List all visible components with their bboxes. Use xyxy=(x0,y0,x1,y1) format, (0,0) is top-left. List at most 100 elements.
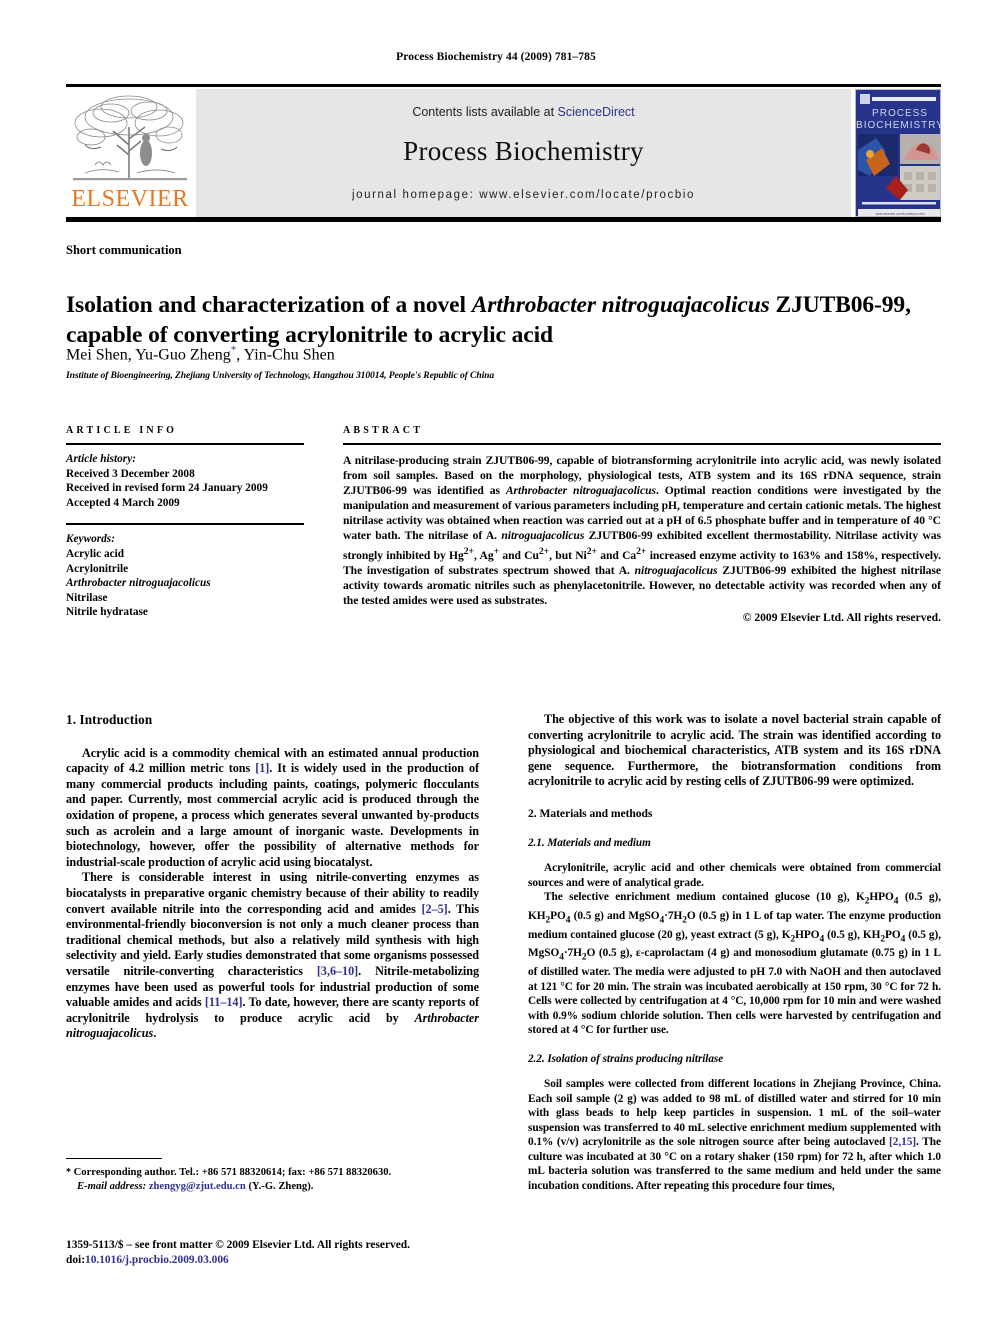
text-seg: PO xyxy=(550,909,566,922)
corresponding-author-note: * Corresponding author. Tel.: +86 571 88… xyxy=(66,1166,479,1180)
materials-paragraph-2: The selective enrichment medium containe… xyxy=(528,890,941,1038)
ion-charge: 2+ xyxy=(538,545,550,557)
text-seg: ·7H xyxy=(664,909,683,922)
text-seg: (0.5 g), KH xyxy=(824,928,881,941)
abstract-species: nitroguajacolicus xyxy=(634,563,718,577)
materials-paragraph-1: Acrylonitrile, acrylic acid and other ch… xyxy=(528,862,941,889)
contents-prefix: Contents lists available at xyxy=(412,105,555,119)
keywords-label: Keywords: xyxy=(66,533,115,546)
authors-main: Mei Shen, Yu-Guo Zheng xyxy=(66,346,231,364)
article-type: Short communication xyxy=(66,243,182,257)
footnote-block: * Corresponding author. Tel.: +86 571 88… xyxy=(66,1166,479,1193)
subsection-heading-2-1: 2.1. Materials and medium xyxy=(528,836,651,849)
citation-ref[interactable]: [3,6–10] xyxy=(317,964,358,978)
abstract-seg: and Cu xyxy=(499,548,539,562)
keyword-item: Arthrobacter nitroguajacolicus xyxy=(66,577,211,590)
elsevier-logo: ELSEVIER xyxy=(66,89,194,217)
intro-paragraph-1: Acrylic acid is a commodity chemical wit… xyxy=(66,746,479,871)
text-seg: There is considerable interest in using … xyxy=(66,870,479,916)
abstract-heading: ABSTRACT xyxy=(343,425,424,436)
running-head: Process Biochemistry 44 (2009) 781–785 xyxy=(396,51,596,63)
ion-charge: 2+ xyxy=(463,545,474,557)
citation-ref[interactable]: [11–14] xyxy=(205,995,243,1009)
section-heading-introduction: 1. Introduction xyxy=(66,712,153,727)
isolation-paragraph: Soil samples were collected from differe… xyxy=(528,1077,941,1193)
text-seg: HPO xyxy=(795,928,820,941)
citation-ref[interactable]: [2,15] xyxy=(889,1136,916,1148)
article-info-column: ARTICLE INFO Article history: Received 3… xyxy=(66,425,304,620)
footnote-divider xyxy=(66,1158,162,1159)
email-link[interactable]: zhengyg@zjut.edu.cn xyxy=(149,1181,246,1192)
article-history-label: Article history: xyxy=(66,453,136,465)
ion-charge: 2+ xyxy=(586,545,597,557)
affiliation: Institute of Bioengineering, Zhejiang Un… xyxy=(66,370,495,381)
author-list: Mei Shen, Yu-Guo Zheng*, Yin-Chu Shen xyxy=(66,344,335,364)
ion-charge: 2+ xyxy=(636,545,647,557)
keyword-item: Acrylonitrile xyxy=(66,562,129,575)
article-page: Process Biochemistry 44 (2009) 781–785 E… xyxy=(0,0,992,1323)
journal-masthead: ELSEVIER Contents lists available at Sci… xyxy=(66,84,941,222)
abstract-copyright: © 2009 Elsevier Ltd. All rights reserved… xyxy=(742,610,941,624)
journal-homepage-link[interactable]: journal homepage: www.elsevier.com/locat… xyxy=(196,189,851,201)
text-seg: The selective enrichment medium containe… xyxy=(544,891,865,904)
authors-tail: , Yin-Chu Shen xyxy=(236,346,335,364)
doi-link[interactable]: 10.1016/j.procbio.2009.03.006 xyxy=(85,1254,229,1266)
text-seg: (0.5 g) and MgSO xyxy=(570,909,660,922)
text-seg: . It is widely used in the production of… xyxy=(66,761,479,869)
page-title: Isolation and characterization of a nove… xyxy=(66,290,926,350)
abstract-species: Arthrobacter nitroguajacolicus xyxy=(505,484,656,498)
elsevier-wordmark: ELSEVIER xyxy=(71,186,189,212)
history-item: Received 3 December 2008 xyxy=(66,467,195,480)
text-seg: ·7H xyxy=(563,947,582,960)
imprint-block: 1359-5113/$ – see front matter © 2009 El… xyxy=(66,1238,526,1268)
text-seg: Soil samples were collected from differe… xyxy=(528,1078,941,1149)
svg-text:BIOCHEMISTRY: BIOCHEMISTRY xyxy=(856,120,941,131)
body-column-right: The objective of this work was to isolat… xyxy=(528,712,941,1193)
keywords-divider xyxy=(66,523,304,526)
abstract-seg: , Ag xyxy=(473,548,494,562)
email-owner: (Y.-G. Zheng). xyxy=(248,1180,314,1192)
text-seg: HPO xyxy=(869,891,894,904)
masthead-top-rule xyxy=(66,84,941,87)
abstract-column: ABSTRACT A nitrilase-producing strain ZJ… xyxy=(343,425,941,624)
abstract-divider xyxy=(343,443,941,445)
masthead-band: Contents lists available at ScienceDirec… xyxy=(196,89,851,217)
svg-text:www.elsevier.com/locate/procbi: www.elsevier.com/locate/procbio xyxy=(876,212,925,216)
email-label: E-mail address: xyxy=(77,1180,147,1192)
title-text-1: Isolation and characterization of a nove… xyxy=(66,291,472,318)
masthead-bottom-rule xyxy=(66,217,941,222)
history-item: Received in revised form 24 January 2009 xyxy=(66,482,268,495)
subsection-heading-2-2: 2.2. Isolation of strains producing nitr… xyxy=(528,1052,724,1065)
sciencedirect-link[interactable]: ScienceDirect xyxy=(558,105,635,119)
citation-ref[interactable]: [1] xyxy=(255,761,269,775)
issn-line: 1359-5113/$ – see front matter © 2009 El… xyxy=(66,1239,410,1251)
section-heading-materials: 2. Materials and methods xyxy=(528,806,653,820)
corresponding-author-text: Corresponding author. Tel.: +86 571 8832… xyxy=(73,1167,392,1178)
svg-text:PROCESS: PROCESS xyxy=(872,108,928,119)
text-seg: PO xyxy=(884,928,901,941)
text-seg: O (0.5 g), ε-caprolactam (4 g) and monos… xyxy=(528,947,941,1037)
history-item: Accepted 4 March 2009 xyxy=(66,496,180,509)
email-note: E-mail address: zhengyg@zjut.edu.cn (Y.-… xyxy=(66,1180,479,1194)
doi-line: doi:10.1016/j.procbio.2009.03.006 xyxy=(66,1253,526,1268)
objective-paragraph: The objective of this work was to isolat… xyxy=(528,712,941,789)
journal-cover-thumbnail: PROCESS BIOCHEMISTRY www.elsevier.com/lo… xyxy=(855,89,941,217)
keyword-item: Nitrile hydratase xyxy=(66,606,148,619)
article-history: Article history: Received 3 December 200… xyxy=(66,452,304,510)
abstract-species: nitroguajacolicus xyxy=(501,529,585,543)
journal-title: Process Biochemistry xyxy=(403,136,644,166)
doi-label: doi: xyxy=(66,1253,85,1266)
article-info-heading: ARTICLE INFO xyxy=(66,425,178,436)
citation-ref[interactable]: [2–5] xyxy=(422,902,448,916)
footnote-marker: * xyxy=(66,1167,71,1178)
contents-line: Contents lists available at ScienceDirec… xyxy=(196,105,851,119)
keyword-item: Acrylic acid xyxy=(66,547,125,560)
keyword-item: Nitrilase xyxy=(66,591,108,604)
title-species: Arthrobacter nitroguajacolicus xyxy=(471,291,770,318)
intro-paragraph-2: There is considerable interest in using … xyxy=(66,870,479,1042)
elsevier-tree-icon xyxy=(71,93,189,185)
body-column-left: 1. Introduction Acrylic acid is a commod… xyxy=(66,712,479,1042)
abstract-seg: and Ca xyxy=(596,548,637,562)
article-info-divider xyxy=(66,443,304,445)
text-seg: . xyxy=(153,1026,157,1041)
